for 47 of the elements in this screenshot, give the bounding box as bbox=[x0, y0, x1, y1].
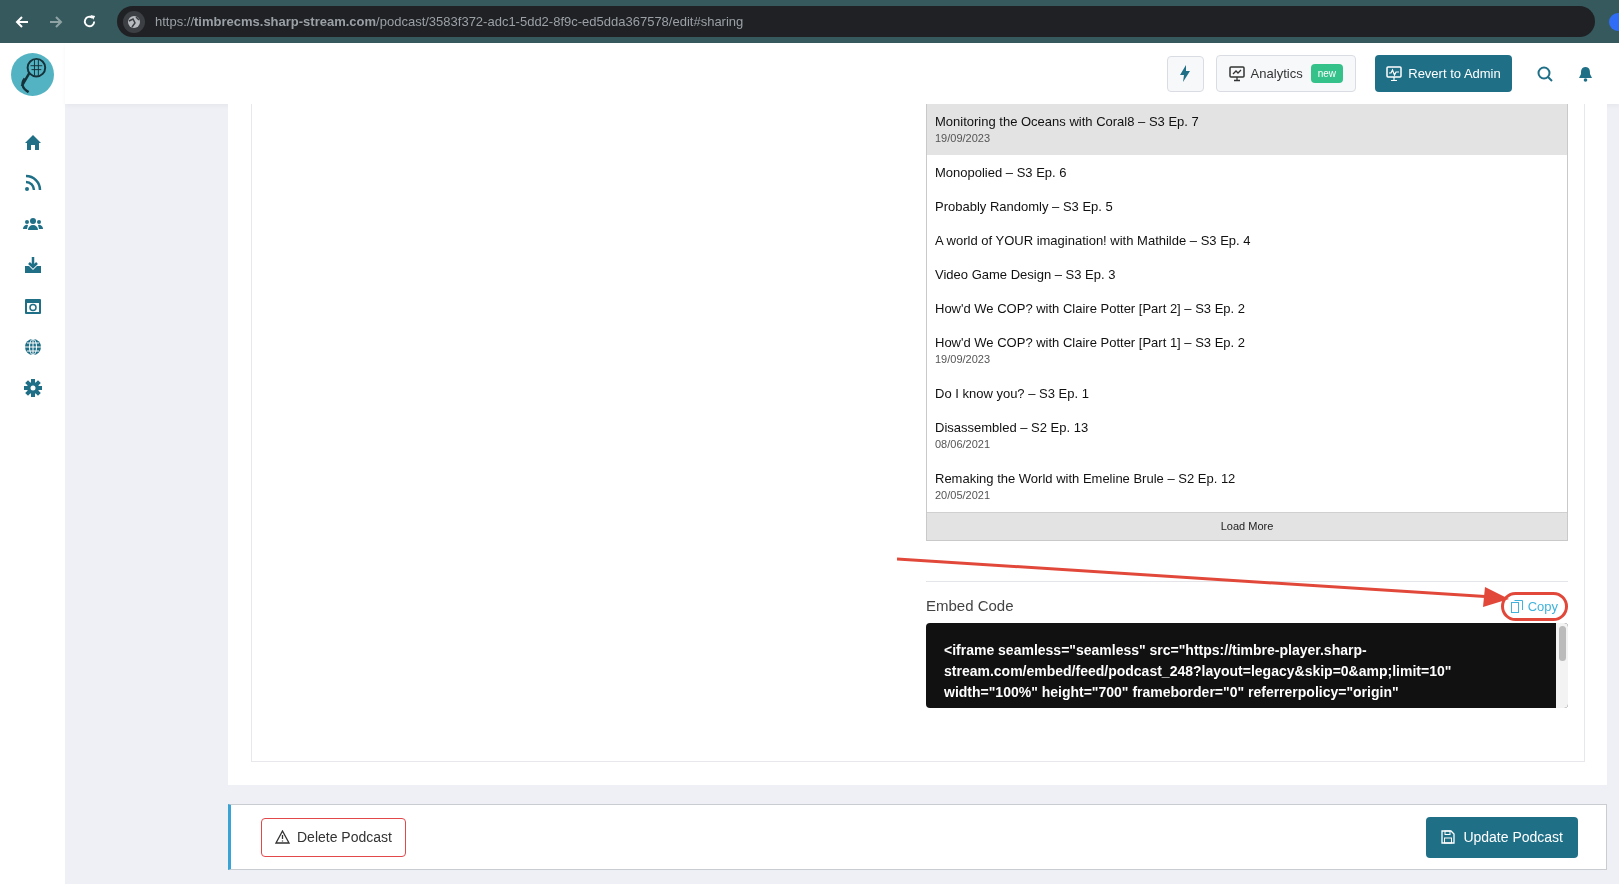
warning-icon bbox=[275, 830, 290, 844]
episode-title: How'd We COP? with Claire Potter [Part 1] – S3 Ep. 2 bbox=[935, 334, 1247, 351]
episode-title: Disassembled – S2 Ep. 13 bbox=[935, 419, 1090, 436]
episode-title: Do I know you? – S3 Ep. 1 bbox=[935, 384, 1090, 402]
episode-title: Probably Randomly – S3 Ep. 5 bbox=[935, 197, 1114, 215]
embed-code-label: Embed Code bbox=[926, 596, 1014, 617]
bell-icon[interactable] bbox=[1578, 65, 1593, 82]
address-bar[interactable]: https://timbrecms.sharp-stream.com/podcast/3583f372-adc1-5dd2-8f9c-ed5dda367578/edit#sharing bbox=[117, 6, 1595, 37]
embed-code-field[interactable]: <iframe seamless="seamless" src="https://timbre-player.sharp-stream.com/embed/feed/podcast_248?layout=legacy&skip=0&amp;limit=10" width="100%" height="700" frameborder="0" referrerpolicy="origin" bbox=[926, 623, 1568, 708]
episode-date: 19/09/2023 bbox=[935, 352, 992, 367]
settings-icon[interactable] bbox=[22, 378, 43, 398]
episode-title: Monopolied – S3 Ep. 6 bbox=[935, 163, 1068, 181]
reload-icon[interactable] bbox=[82, 14, 97, 29]
url-text: https://timbrecms.sharp-stream.com/podcast/3583f372-adc1-5dd2-8f9c-ed5dda367578/edit#sharing bbox=[155, 12, 744, 31]
episode-title: How'd We COP? with Claire Potter [Part 2] – S3 Ep. 2 bbox=[935, 299, 1247, 317]
download-icon[interactable] bbox=[22, 255, 43, 275]
globe-icon[interactable] bbox=[22, 337, 43, 357]
episode-title: A world of YOUR imagination! with Mathilde – S3 Ep. 4 bbox=[935, 231, 1252, 249]
analytics-label: Analytics bbox=[1250, 64, 1303, 83]
episode-date: 19/09/2023 bbox=[935, 131, 992, 146]
search-icon[interactable] bbox=[1537, 65, 1553, 82]
embed-code-text: <iframe seamless="seamless" src="https://timbre-player.sharp-stream.com/embed/feed/podcast_248?layout=legacy&skip=0&amp;limit=10" width="100%" height="700" frameborder="0" referrerpolicy="origin" bbox=[944, 642, 1452, 700]
analytics-button[interactable]: Analytics new bbox=[1215, 55, 1356, 92]
lightning-icon bbox=[1179, 65, 1192, 82]
monitor-pulse-icon bbox=[1386, 65, 1403, 82]
delete-podcast-button[interactable]: Delete Podcast bbox=[261, 817, 406, 857]
logo[interactable] bbox=[11, 53, 54, 96]
flash-button[interactable] bbox=[1166, 55, 1204, 92]
scrollbar-thumb[interactable] bbox=[1558, 626, 1566, 661]
site-info-icon bbox=[123, 10, 145, 33]
update-podcast-button[interactable]: Update Podcast bbox=[1426, 816, 1578, 858]
episode-title: Video Game Design – S3 Ep. 3 bbox=[935, 265, 1117, 283]
media-icon[interactable] bbox=[22, 296, 43, 316]
episode-date: 08/06/2021 bbox=[935, 437, 992, 452]
episode-title: Remaking the World with Emeline Brule – S2 Ep. 12 bbox=[935, 470, 1237, 487]
forward-icon[interactable] bbox=[48, 13, 64, 30]
episode-date: 20/05/2021 bbox=[935, 488, 992, 503]
back-icon[interactable] bbox=[14, 13, 30, 30]
save-icon bbox=[1441, 830, 1456, 844]
monitor-chart-icon bbox=[1228, 65, 1245, 82]
new-badge: new bbox=[1310, 64, 1343, 83]
copy-icon bbox=[1510, 600, 1523, 613]
load-more-button[interactable]: Load More bbox=[927, 512, 1567, 540]
episode-title: Monitoring the Oceans with Coral8 – S3 Ep. 7 bbox=[935, 113, 1200, 130]
episode-item[interactable]: Monitoring the Oceans with Coral8 – S3 Ep. 7 19/09/2023 bbox=[927, 104, 1567, 155]
revert-to-admin-button[interactable]: Revert to Admin bbox=[1375, 55, 1512, 92]
rss-icon[interactable] bbox=[22, 173, 43, 193]
